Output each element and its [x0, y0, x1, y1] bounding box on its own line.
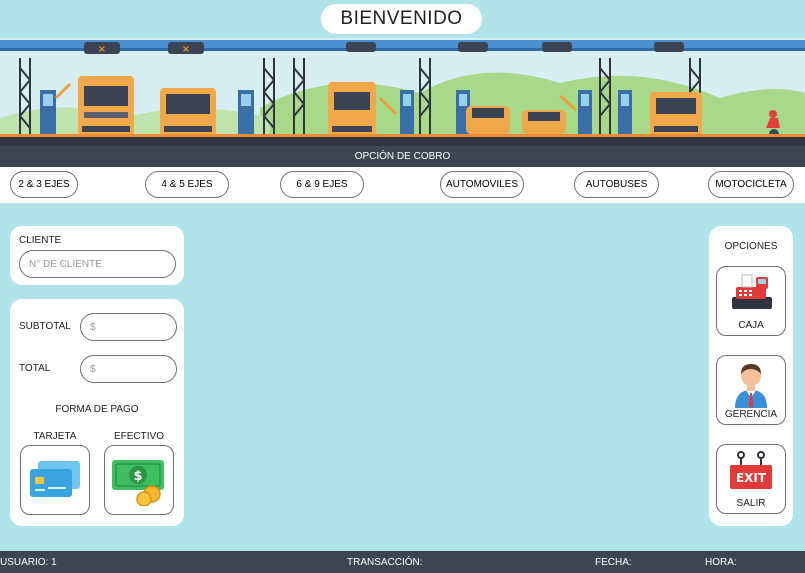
client-card: CLIENTE N° DE CLIENTE — [10, 226, 184, 285]
management-label: GERENCIA — [724, 409, 778, 420]
card-label: TARJETA — [33, 431, 77, 442]
cash-register-label: CAJA — [738, 320, 764, 331]
page-title: BIENVENIDO — [321, 4, 482, 34]
cash-money-icon: $ — [112, 460, 164, 506]
charge-option-label: OPCIÓN DE COBRO — [354, 151, 451, 162]
client-label: CLIENTE — [19, 235, 62, 246]
credit-card-icon — [30, 461, 80, 497]
management-button[interactable]: GERENCIA — [716, 355, 786, 425]
client-number-input[interactable]: N° DE CLIENTE — [19, 250, 176, 278]
exit-sign-icon: EXIT — [730, 451, 772, 489]
exit-label: SALIR — [736, 498, 766, 509]
toll-booth-banner: × × — [0, 38, 805, 146]
exit-sign-text: EXIT — [736, 471, 767, 485]
card-payment-button[interactable] — [20, 445, 90, 515]
subtotal-input[interactable]: $ — [80, 313, 177, 341]
vehicle-cars-button[interactable]: AUTOMOVILES — [440, 171, 524, 198]
cash-label: EFECTIVO — [113, 431, 164, 442]
svg-text:×: × — [182, 44, 190, 55]
user-status: USUARIO: 1 — [0, 557, 57, 568]
vehicle-buses-button[interactable]: AUTOBUSES — [574, 171, 659, 198]
charge-option-bar: OPCIÓN DE COBRO — [0, 146, 805, 167]
vehicle-2-3-axles-button[interactable]: 2 & 3 EJES — [10, 171, 78, 198]
options-title: OPCIONES — [724, 241, 778, 252]
cash-register-button[interactable]: CAJA — [716, 266, 786, 336]
total-input[interactable]: $ — [80, 355, 177, 383]
vehicle-4-5-axles-button[interactable]: 4 & 5 EJES — [145, 171, 229, 198]
vehicle-category-bar: 2 & 3 EJES 4 & 5 EJES 6 & 9 EJES AUTOMOV… — [0, 167, 805, 203]
transaction-status: TRANSACCIÓN: — [347, 557, 423, 568]
totals-card: SUBTOTAL $ TOTAL $ FORMA DE PAGO TARJETA… — [10, 299, 184, 526]
manager-icon — [735, 364, 767, 408]
subtotal-label: SUBTOTAL — [19, 321, 71, 332]
cash-register-icon — [732, 274, 772, 309]
date-status: FECHA: — [595, 557, 632, 568]
exit-button[interactable]: EXIT SALIR — [716, 444, 786, 514]
vehicle-motorcycle-button[interactable]: MOTOCICLETA — [708, 171, 794, 198]
svg-text:$: $ — [133, 469, 142, 484]
payment-method-title: FORMA DE PAGO — [55, 404, 139, 415]
time-status: HORA: — [705, 557, 737, 568]
status-bar: USUARIO: 1 TRANSACCIÓN: FECHA: HORA: — [0, 551, 805, 573]
options-panel: OPCIONES CAJA GERENCIA EXIT SALIR — [709, 226, 793, 526]
cash-payment-button[interactable]: $ — [104, 445, 174, 515]
total-label: TOTAL — [19, 363, 51, 374]
vehicle-6-9-axles-button[interactable]: 6 & 9 EJES — [280, 171, 364, 198]
svg-text:×: × — [98, 44, 106, 55]
